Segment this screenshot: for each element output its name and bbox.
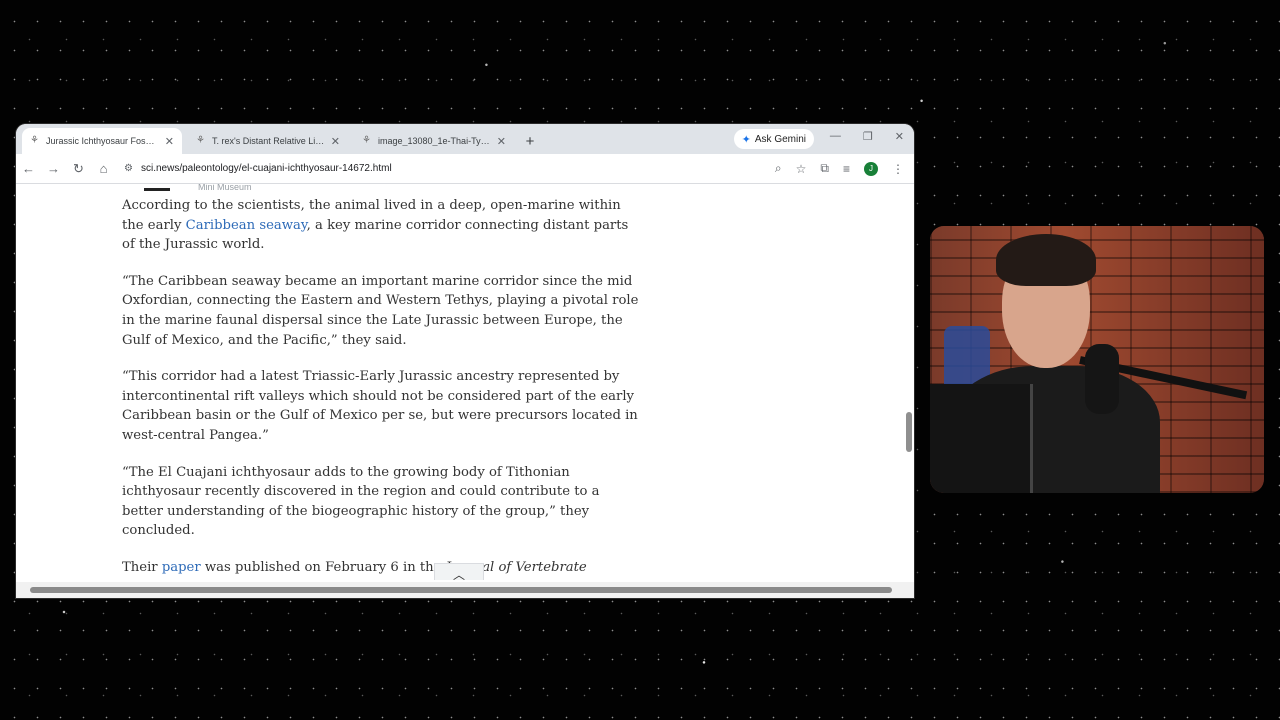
bookmark-star-icon[interactable]: ☆ [796,162,807,176]
paragraph: “The Caribbean seaway became an importan… [122,273,639,348]
paragraph: According to the scientists, the animal … [122,198,629,253]
page-content: Mini Museum According to the scientists,… [16,184,914,580]
more-menu-icon[interactable]: ⋮ [892,162,904,176]
close-tab-icon[interactable]: ✕ [165,135,174,148]
paragraph: “The El Cuajani ichthyosaur adds to the … [122,464,600,539]
window-controls: — ❐ ✕ [830,130,904,143]
forward-arrow-icon[interactable]: → [41,161,66,176]
tab-image[interactable]: ⚘ image_13080_1e-Thai-Tyranno... ✕ [354,128,514,154]
browser-toolbar: ← → ↻ ⌂ ⚙ sci.news/paleontology/el-cuaja… [16,154,914,184]
horizontal-scrollbar[interactable] [16,582,914,598]
scroll-to-top-button[interactable]: ︿ [434,563,484,580]
toolbar-icons: ⌕ ☆ ⧉ ≡ J ⋮ [775,161,904,176]
zoom-icon[interactable]: ⌕ [775,161,782,176]
lens-search-icon[interactable]: ⧉ [820,161,829,176]
webcam-overlay [930,226,1264,493]
gemini-sparkle-icon: ✦ [741,133,751,146]
tab-title: T. rex's Distant Relative Lived in ... [212,136,325,146]
monitor [930,384,1033,493]
close-window-icon[interactable]: ✕ [895,130,904,143]
minimize-icon[interactable]: — [830,130,841,143]
vertical-scrollbar[interactable] [904,184,912,580]
close-tab-icon[interactable]: ✕ [331,135,340,148]
tab-title: image_13080_1e-Thai-Tyranno... [378,136,491,146]
media-control-icon[interactable]: ≡ [843,162,850,176]
ask-gemini-button[interactable]: ✦ Ask Gemini [733,129,814,149]
tab-strip: ⚘ Jurassic Ichthyosaur Fossil Fou... ✕ ⚘… [16,124,914,154]
tab-trex-relative[interactable]: ⚘ T. rex's Distant Relative Lived in ...… [188,128,348,154]
paragraph: Their paper was published on February 6 … [122,559,587,580]
tab-jurassic-ichthyosaur[interactable]: ⚘ Jurassic Ichthyosaur Fossil Fou... ✕ [22,128,182,154]
paragraph: “This corridor had a latest Triassic-Ear… [122,369,638,443]
article-body: According to the scientists, the animal … [122,184,642,580]
caribbean-seaway-link[interactable]: Caribbean seaway [186,218,307,233]
close-tab-icon[interactable]: ✕ [497,135,506,148]
address-bar[interactable]: ⚙ sci.news/paleontology/el-cuajani-ichth… [124,158,767,180]
browser-window: ⚘ Jurassic Ichthyosaur Fossil Fou... ✕ ⚘… [16,124,914,598]
site-favicon-icon: ⚘ [362,135,371,146]
tab-title: Jurassic Ichthyosaur Fossil Fou... [46,136,159,146]
site-info-icon[interactable]: ⚙ [124,163,133,174]
microphone-icon [1085,344,1119,414]
site-favicon-icon: ⚘ [196,135,205,146]
home-icon[interactable]: ⌂ [91,161,116,176]
new-tab-icon[interactable]: + [518,128,542,154]
reload-icon[interactable]: ↻ [66,161,91,177]
site-favicon-icon: ⚘ [30,135,39,146]
profile-avatar[interactable]: J [864,161,878,176]
paper-link[interactable]: paper [162,560,201,575]
person-hair [996,234,1096,286]
url-text: sci.news/paleontology/el-cuajani-ichthyo… [140,163,392,174]
chevron-up-icon: ︿ [452,567,465,581]
scrollbar-thumb[interactable] [30,587,892,593]
scrollbar-thumb[interactable] [906,412,912,452]
ask-gemini-label: Ask Gemini [754,133,806,145]
restore-icon[interactable]: ❐ [863,130,873,143]
back-arrow-icon[interactable]: ← [16,161,41,176]
